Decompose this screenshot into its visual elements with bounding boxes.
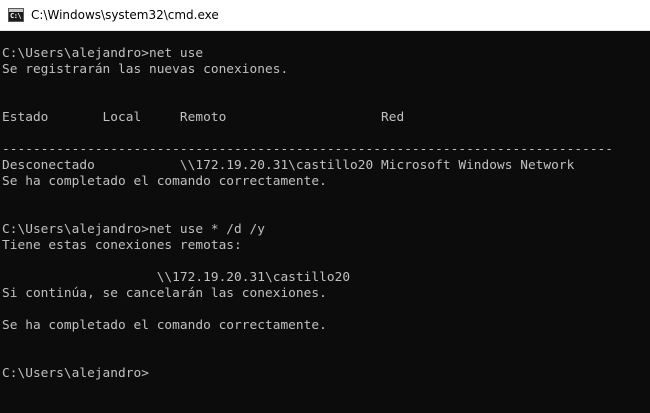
console-line-separator: ----------------------------------------… [2, 142, 614, 157]
console-line-success-2: Se ha completado el comando correctament… [2, 318, 327, 333]
console-line-final-prompt[interactable]: C:\Users\alejandro> [2, 366, 149, 382]
console-line-new-connections: Se registrarán las nuevas conexiones. [2, 62, 289, 77]
window-title: C:\Windows\system32\cmd.exe [31, 8, 219, 22]
console-line-prompt-net-use-delete: C:\Users\alejandro>net use * /d /y [2, 222, 265, 237]
console-line-table-header: Estado Local Remoto Red [2, 110, 405, 125]
console-line-connection-row: Desconectado \\172.19.20.31\castillo20 M… [2, 158, 575, 173]
title-bar[interactable]: C:\ C:\Windows\system32\cmd.exe [0, 0, 650, 31]
console-line-remote-connections: Tiene estas conexiones remotas: [2, 238, 242, 253]
console-line-remote-path: \\172.19.20.31\castillo20 [2, 270, 351, 285]
console-line-success-1: Se ha completado el comando correctament… [2, 174, 327, 189]
console-output[interactable]: C:\Users\alejandro>net use Se registrará… [0, 31, 650, 413]
console-line-cancel-warning: Si continúa, se cancelarán las conexione… [2, 286, 327, 301]
cmd-window[interactable]: C:\ C:\Windows\system32\cmd.exe C:\Users… [0, 0, 650, 413]
console-line-prompt-net-use: C:\Users\alejandro>net use [2, 46, 204, 61]
cmd-icon: C:\ [8, 8, 24, 22]
cmd-icon-glyph: C:\ [10, 12, 22, 20]
